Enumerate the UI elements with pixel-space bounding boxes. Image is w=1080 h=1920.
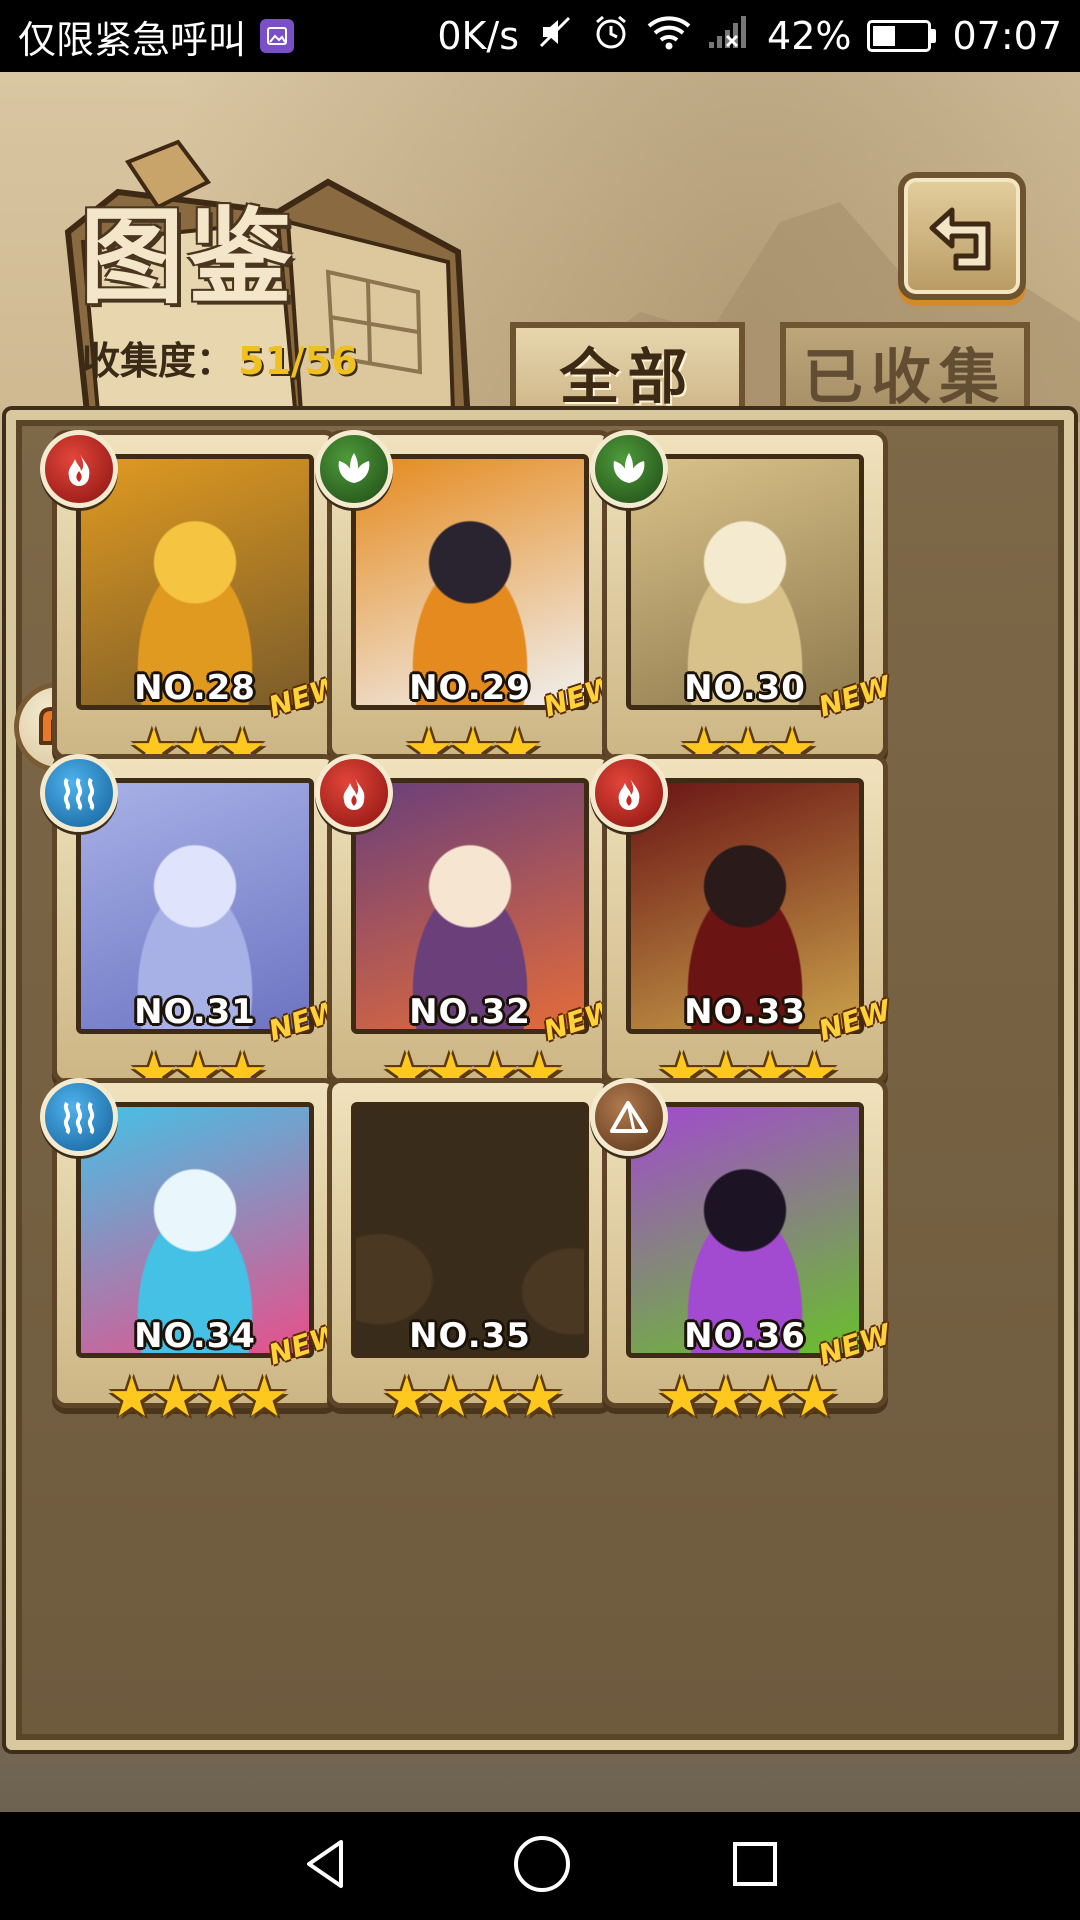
tab-collected[interactable]: 已收集 [780, 322, 1030, 417]
water-icon [40, 754, 118, 832]
mountain-icon [590, 1078, 668, 1156]
status-bar: 仅限紧急呼叫 0K/s 42% 07:07 [0, 0, 1080, 72]
fire-icon [590, 754, 668, 832]
character-card[interactable]: NO.30 NEW ★★★ [590, 430, 900, 780]
character-card[interactable]: NO.34 NEW ★★★★ [40, 1078, 350, 1428]
leaf-icon [315, 430, 393, 508]
character-card[interactable]: NO.35 ★★★★ [315, 1078, 625, 1428]
battery-fill [873, 26, 896, 46]
collection-progress: 收集度： 51/56 [82, 330, 358, 385]
clock: 07:07 [952, 14, 1062, 58]
tab-all[interactable]: 全部 [510, 322, 745, 417]
collection-value: 51/56 [238, 339, 358, 383]
battery-icon [867, 20, 937, 52]
battery-percent: 42% [767, 14, 852, 58]
navigation-bar [0, 1812, 1080, 1920]
back-button[interactable] [898, 172, 1026, 300]
network-speed: 0K/s [437, 14, 520, 58]
character-card[interactable]: NO.36 NEW ★★★★ [590, 1078, 900, 1428]
mute-icon [535, 12, 575, 61]
card-number: NO.35 [409, 1316, 531, 1356]
character-card[interactable]: NO.28 NEW ★★★ [40, 430, 350, 780]
star-rating: ★★★★ [656, 1365, 840, 1430]
gallery-notification-icon [260, 19, 295, 53]
signal-icon [707, 14, 751, 59]
character-card[interactable]: NO.32 NEW ★★★★ [315, 754, 625, 1104]
game-screen: 图鉴 收集度： 51/56 全部 已收集 NO.28 NEW ★★★ NO.29 NEW… [0, 72, 1080, 1812]
fire-icon [40, 430, 118, 508]
leaf-icon [590, 430, 668, 508]
return-arrow-icon [929, 207, 991, 271]
character-card[interactable]: NO.31 NEW ★★★ [40, 754, 350, 1104]
alarm-icon [591, 12, 631, 61]
water-icon [40, 1078, 118, 1156]
star-rating: ★★★★ [106, 1365, 290, 1430]
home-nav-icon[interactable] [510, 1832, 574, 1900]
collection-label: 收集度： [82, 339, 235, 383]
wifi-icon [647, 14, 691, 59]
carrier-text: 仅限紧急呼叫 [18, 17, 247, 62]
back-nav-icon[interactable] [297, 1834, 357, 1898]
fire-icon [315, 754, 393, 832]
character-card[interactable]: NO.29 NEW ★★★ [315, 430, 625, 780]
character-card[interactable]: NO.33 NEW ★★★★ [590, 754, 900, 1104]
page-title: 图鉴 [80, 195, 297, 318]
recents-nav-icon[interactable] [727, 1836, 783, 1896]
star-rating: ★★★★ [381, 1365, 565, 1430]
